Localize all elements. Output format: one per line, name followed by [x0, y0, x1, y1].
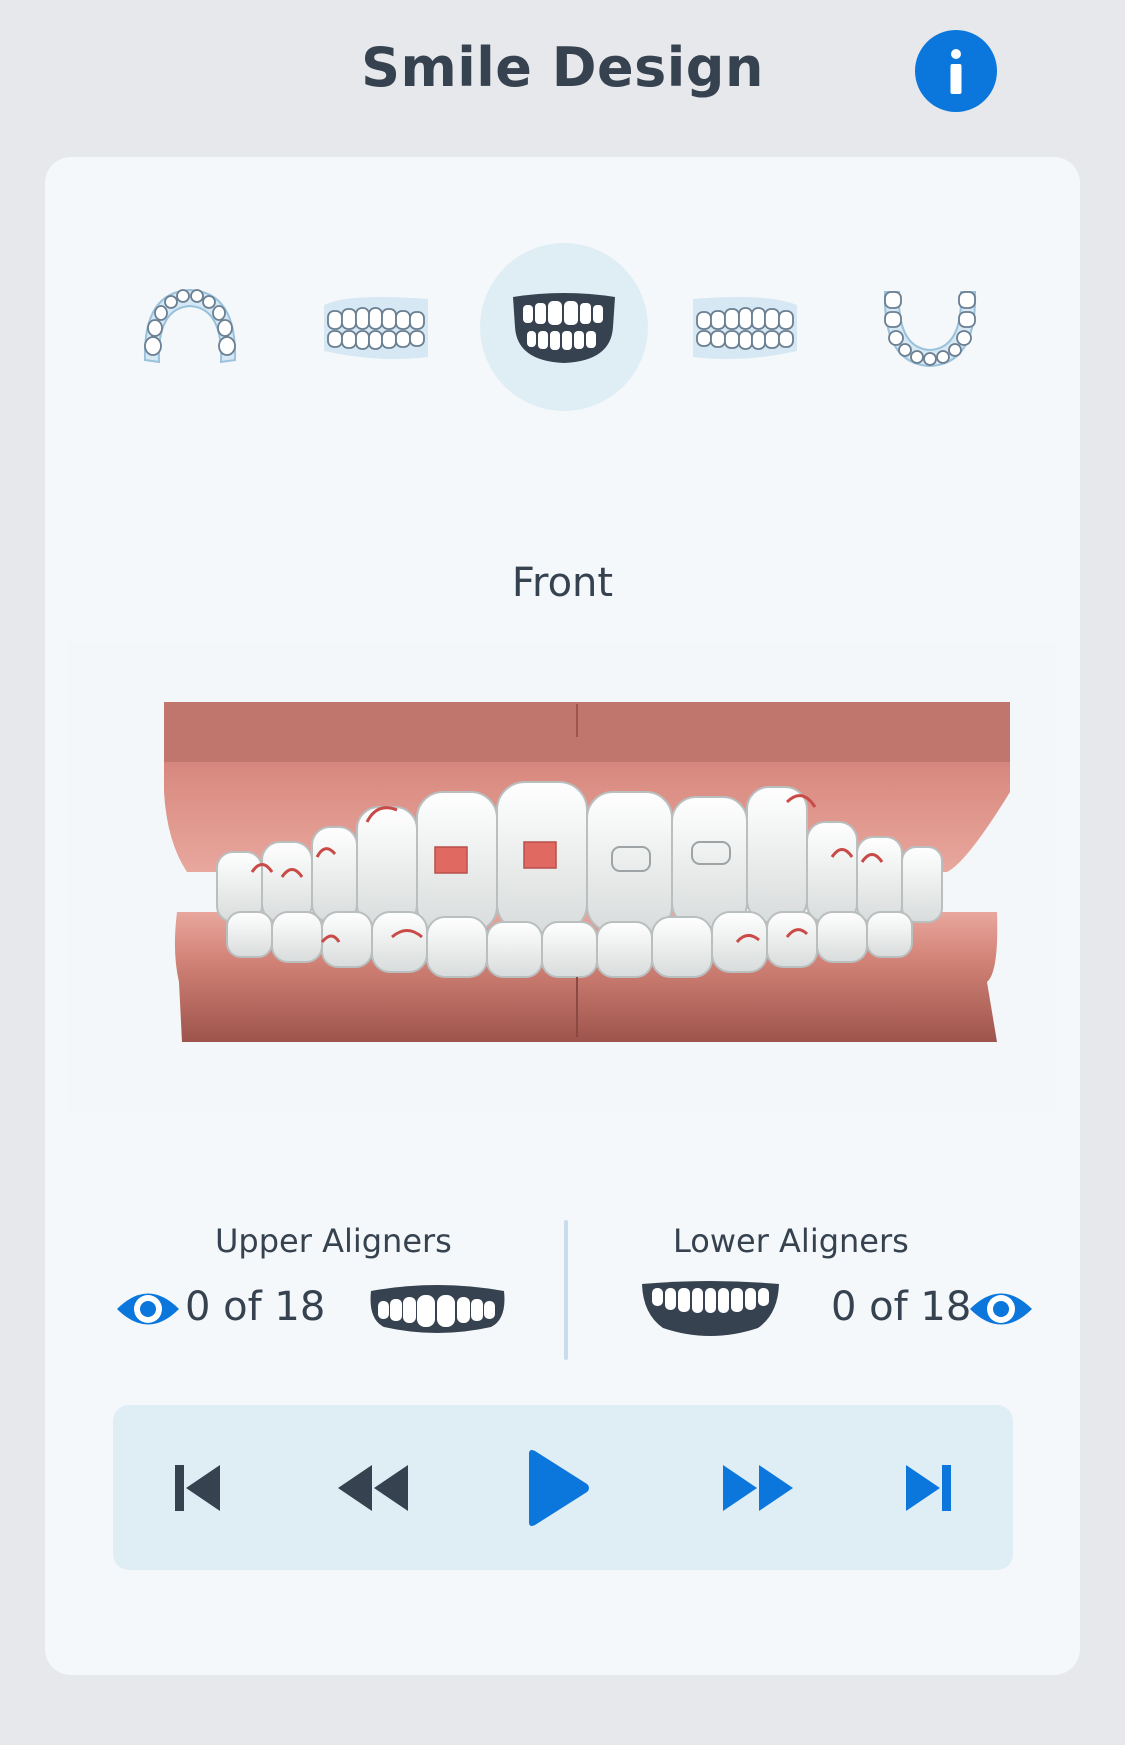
view-upper-occlusal-button[interactable]: [135, 277, 245, 377]
right-side-teeth-icon: [323, 297, 428, 359]
rewind-button[interactable]: [328, 1443, 418, 1533]
lower-arch-occlusal-icon: [883, 291, 977, 368]
playback-controls: [113, 1405, 1013, 1570]
fast-forward-icon: [723, 1465, 793, 1511]
rewind-icon: [338, 1465, 408, 1511]
fast-forward-button[interactable]: [713, 1443, 803, 1533]
view-front-button[interactable]: [500, 277, 628, 377]
eye-icon: [117, 1293, 179, 1325]
upper-aligner-icon-wrap: [365, 1277, 510, 1342]
upper-aligners-panel: Upper Aligners 0 of 18: [45, 1222, 564, 1362]
smile-design-card: Front Upper Aligners 0 of 18 Lower Align…: [45, 157, 1080, 1675]
teeth-3d-viewport[interactable]: [67, 642, 1057, 1112]
play-button[interactable]: [513, 1443, 603, 1533]
view-right-button[interactable]: [315, 277, 435, 377]
info-icon: [950, 49, 962, 94]
skip-to-end-icon: [906, 1465, 951, 1511]
lower-aligner-icon-wrap: [638, 1274, 783, 1344]
skip-to-start-icon: [175, 1465, 220, 1511]
lower-aligners-panel: Lower Aligners 0 of 18: [568, 1222, 1080, 1362]
upper-teeth-icon: [370, 1285, 505, 1333]
view-left-button[interactable]: [685, 277, 805, 377]
view-lower-occlusal-button[interactable]: [875, 277, 985, 377]
header: Smile Design: [0, 0, 1125, 140]
lower-teeth-icon: [642, 1281, 779, 1336]
play-icon: [529, 1450, 589, 1526]
teeth-model-illustration: [164, 702, 1010, 1042]
upper-aligner-count: 0 of 18: [185, 1284, 326, 1330]
skip-to-start-button[interactable]: [153, 1443, 243, 1533]
info-button[interactable]: [915, 30, 997, 112]
lower-aligner-count: 0 of 18: [831, 1284, 972, 1330]
current-view-label: Front: [511, 560, 614, 606]
front-teeth-icon: [513, 293, 615, 363]
lower-aligners-title: Lower Aligners: [673, 1222, 909, 1260]
upper-aligners-title: Upper Aligners: [215, 1222, 452, 1260]
upper-visibility-toggle[interactable]: [115, 1284, 181, 1334]
left-side-teeth-icon: [692, 297, 797, 359]
lower-visibility-toggle[interactable]: [968, 1284, 1034, 1334]
skip-to-end-button[interactable]: [883, 1443, 973, 1533]
upper-arch-occlusal-icon: [143, 288, 237, 364]
eye-icon: [970, 1293, 1032, 1325]
